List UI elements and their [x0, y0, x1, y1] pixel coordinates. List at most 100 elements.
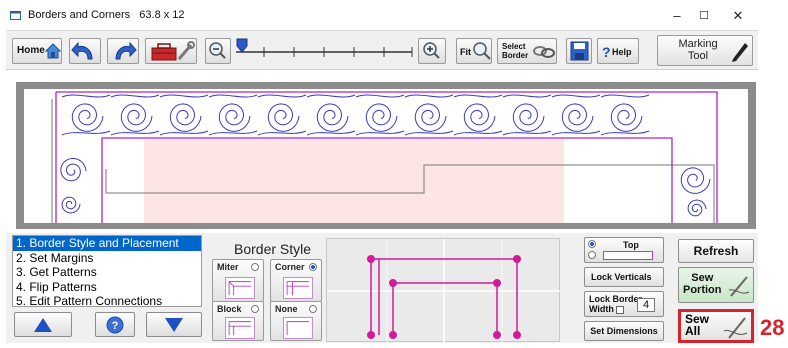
lock-border-width-toggle[interactable]: Lock Border Width 4 [584, 291, 664, 317]
miter-radio[interactable] [251, 263, 259, 271]
swirl-motif [71, 103, 104, 132]
select-border-label: Select Border [502, 42, 529, 60]
steps-list[interactable]: 1. Border Style and Placement 2. Set Mar… [12, 235, 202, 309]
lock-verticals-toggle[interactable]: Lock Verticals [584, 267, 664, 300]
swirl-connector [600, 94, 650, 98]
redo-button[interactable] [107, 38, 139, 64]
swirl-connector [257, 94, 307, 98]
title-bar: Borders and Corners 63.8 x 12 – ☐ ✕ [0, 0, 760, 30]
toolbox-button[interactable] [145, 38, 197, 64]
help-label: Help [612, 47, 632, 57]
fit-button[interactable]: Fit [456, 38, 492, 64]
block-radio[interactable] [251, 305, 259, 313]
lock-border-width-checkbox[interactable] [616, 305, 625, 314]
save-button[interactable] [566, 38, 592, 64]
none-style-button[interactable]: None [270, 301, 322, 341]
swirl-motif [169, 103, 202, 132]
toolbox-icon [151, 41, 195, 61]
help-circle-icon: ? [106, 316, 124, 334]
swirl-motif [561, 103, 594, 132]
house-icon [45, 43, 61, 59]
swirl-connector [159, 94, 209, 98]
swirl-motif [60, 157, 87, 182]
arrow-down-icon [165, 318, 183, 332]
border-layout-preview[interactable] [326, 238, 561, 343]
select-border-button[interactable]: Select Border [497, 38, 557, 64]
marking-tool-button[interactable]: Marking Tool [657, 35, 753, 66]
undo-icon [71, 41, 93, 60]
home-label: Home [17, 45, 45, 56]
floppy-disk-icon [570, 41, 589, 61]
layout-diagram [327, 239, 561, 343]
needle-thread-icon [723, 317, 748, 339]
swirl-motif [316, 103, 349, 132]
sew-portion-button[interactable]: Sew Portion [678, 267, 754, 303]
design-canvas-frame [16, 82, 756, 229]
step-up-button[interactable] [14, 312, 72, 337]
bottom-panel: 1. Border Style and Placement 2. Set Mar… [6, 233, 758, 343]
top-bottom-selector[interactable]: Top [584, 237, 664, 263]
set-dimensions-button[interactable]: Set Dimensions [584, 321, 664, 341]
home-button[interactable]: Home [12, 38, 62, 64]
swirl-connector [306, 94, 356, 98]
step-item-flip-patterns[interactable]: 4. Flip Patterns [13, 280, 201, 295]
step-help-button[interactable]: ? [95, 312, 135, 337]
block-style-icon [225, 317, 255, 339]
step-item-edit-connections[interactable]: 5. Edit Pattern Connections [13, 294, 201, 309]
marking-tool-label: Marking Tool [678, 38, 718, 62]
swirl-motif [512, 103, 545, 132]
needle-icon [728, 276, 750, 297]
corner-radio[interactable] [309, 263, 317, 271]
refresh-button[interactable]: Refresh [678, 239, 754, 263]
swirl-connector [551, 94, 601, 98]
step-item-border-style[interactable]: 1. Border Style and Placement [13, 236, 201, 251]
annotation-badge: 28 [760, 315, 785, 340]
design-canvas[interactable] [24, 89, 748, 223]
swirl-motif [463, 103, 496, 132]
none-radio[interactable] [309, 305, 317, 313]
swirl-connector [355, 94, 405, 98]
miter-style-icon [225, 277, 255, 299]
swirl-motif [687, 199, 707, 217]
border-width-input[interactable]: 4 [637, 298, 655, 312]
bottom-radio[interactable] [588, 251, 596, 259]
sew-all-button[interactable]: Sew All [678, 309, 754, 343]
miter-label: Miter [217, 262, 239, 272]
step-down-button[interactable] [146, 312, 202, 337]
undo-button[interactable] [69, 38, 101, 64]
corner-style-button[interactable]: Corner [270, 259, 322, 302]
block-label: Block [217, 304, 242, 314]
swirl-motif [218, 103, 251, 132]
zoom-out-button[interactable] [205, 38, 231, 64]
swirl-motif [610, 103, 643, 132]
border-style-title: Border Style [234, 241, 312, 257]
step-item-get-patterns[interactable]: 3. Get Patterns [13, 265, 201, 280]
top-label: Top [623, 240, 639, 250]
window-title: Borders and Corners 63.8 x 12 [28, 9, 185, 21]
fit-label: Fit [460, 47, 471, 57]
step-item-set-margins[interactable]: 2. Set Margins [13, 251, 201, 266]
sew-all-label: Sew All [685, 312, 710, 338]
zoom-in-icon [423, 42, 440, 59]
close-button[interactable]: ✕ [720, 5, 756, 27]
sew-portion-label: Sew Portion [683, 272, 722, 296]
magnifier-icon [473, 42, 491, 60]
none-style-icon [283, 317, 313, 339]
swirl-connector [61, 94, 111, 98]
top-radio[interactable] [588, 240, 596, 248]
miter-style-button[interactable]: Miter [212, 259, 264, 302]
swirl-connector [110, 94, 160, 98]
swirl-motif [267, 103, 300, 132]
toolbar: Home Fit Select Border ? Help Marking To… [6, 30, 758, 70]
swirl-connector [404, 94, 454, 98]
swirl-motif [414, 103, 447, 132]
maximize-button[interactable]: ☐ [686, 5, 722, 27]
zoom-in-button[interactable] [418, 38, 446, 64]
pen-icon [732, 43, 748, 62]
swirl-motif [120, 103, 153, 132]
app-icon [10, 11, 21, 20]
help-button[interactable]: ? Help [597, 38, 639, 64]
block-style-button[interactable]: Block [212, 301, 264, 341]
zoom-slider[interactable] [234, 37, 416, 65]
question-mark-icon: ? [602, 44, 611, 60]
